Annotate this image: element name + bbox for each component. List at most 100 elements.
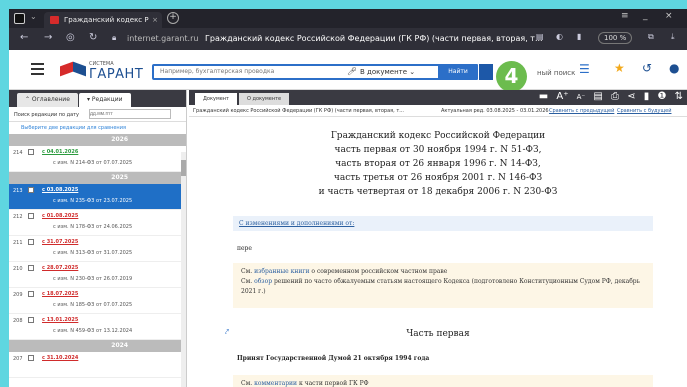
comments-link[interactable]: комментарии [254,380,297,387]
back-icon[interactable]: ← [20,32,28,43]
translate-icon[interactable]: ◐ [556,32,563,41]
edition-number: 214 [13,150,23,156]
hamburger-menu-icon[interactable] [31,63,44,78]
edition-number: 212 [13,214,23,220]
chevron-down-icon[interactable]: ⌄ [30,12,37,21]
document-panel: Документ О документе ▬ A⁺ A⁻ ▤ ⎙ ⋖ ▮ ❶ ⇅… [189,90,687,387]
edition-row[interactable]: 207 с 31.10.2024 [9,352,186,378]
favorites-star-icon[interactable]: ★ [614,61,625,75]
edition-checkbox[interactable] [28,265,34,271]
edition-date[interactable]: с 31.07.2025 [42,239,78,245]
history-icon[interactable]: ↺ [642,61,652,75]
smart-search-link[interactable]: ный поиск [537,69,575,77]
info-icon[interactable]: ❶ [657,91,666,102]
edition-checkbox[interactable] [28,291,34,297]
close-tab-icon[interactable]: × [152,12,158,28]
edition-row[interactable]: 209 с 18.07.2025 с изм. N 185-ФЗ от 07.0… [9,288,186,314]
reload-icon[interactable]: ↻ [89,32,97,43]
edition-checkbox[interactable] [28,187,34,193]
bookmark-doc-icon[interactable]: ▮ [644,91,650,102]
year-header: 2026 [9,134,186,146]
find-button[interactable]: Найти [438,64,478,80]
print-icon[interactable]: ⎙ [611,91,619,102]
note-line: См. избранные книги о современном россий… [241,268,448,275]
download-icon[interactable]: ⤓ [671,32,675,42]
changes-link[interactable]: С изменениями и дополнениями от: [233,216,653,231]
font-increase-icon[interactable]: A⁺ [556,91,568,102]
more-icon[interactable]: ⇅ [675,91,683,102]
edition-date[interactable]: с 13.01.2025 [42,317,78,323]
edition-row[interactable]: 214 с 04.01.2026 с изм. N 214-ФЗ от 07.0… [9,146,186,172]
search-scope-select[interactable]: В документе ⌄ [360,68,415,76]
selected-books-link[interactable]: избранные книги [254,268,309,275]
browser-tab-title: Гражданский кодекс Р [64,16,149,24]
edition-date[interactable]: с 03.08.2025 [42,187,78,193]
url-host[interactable]: internet.garant.ru [127,34,198,43]
bookmark-icon[interactable]: ▮ [577,32,581,41]
edition-checkbox[interactable] [28,213,34,219]
edition-number: 207 [13,356,23,362]
edition-source: с изм. N 459-ФЗ от 13.12.2024 [53,328,133,334]
protect-icon[interactable]: ◎ [66,32,75,43]
document-tabs: Документ О документе ▬ A⁺ A⁻ ▤ ⎙ ⋖ ▮ ❶ ⇅ [189,90,687,105]
user-icon[interactable]: ● [669,61,679,75]
edition-date[interactable]: с 04.01.2026 [42,149,78,155]
edition-checkbox[interactable] [28,355,34,361]
tab-about-document[interactable]: О документе [239,93,290,105]
edition-checkbox[interactable] [28,317,34,323]
edition-date[interactable]: с 18.07.2025 [42,291,78,297]
edition-source: с изм. N 230-ФЗ от 26.07.2019 [53,276,133,282]
collections-icon[interactable]: ⧉ [648,32,654,42]
edition-row-selected[interactable]: 213 с 03.08.2025 с изм. N 235-ФЗ от 23.0… [9,184,186,210]
save-icon[interactable]: ▤ [593,91,602,102]
browser-tab[interactable]: Гражданский кодекс Р × [44,12,162,28]
edition-date[interactable]: с 28.07.2025 [42,265,78,271]
search-input[interactable] [160,68,335,75]
doc-title-line: часть первая от 30 ноября 1994 г. N 51-Ф… [334,145,542,155]
edition-row[interactable]: 212 с 01.08.2025 с изм. N 178-ФЗ от 24.0… [9,210,186,236]
reader-icon[interactable]: ▤ [536,32,544,41]
edition-date[interactable]: с 31.10.2024 [42,355,78,361]
zoom-indicator[interactable]: 100 % [598,32,633,44]
editions-scrollbar[interactable] [181,152,186,387]
changes-link-text[interactable]: С изменениями и дополнениями от: [239,220,354,227]
edition-row[interactable]: 208 с 13.01.2025 с изм. N 459-ФЗ от 13.1… [9,314,186,340]
window-menu-icon[interactable]: ≡ [621,11,629,21]
font-decrease-icon[interactable]: A⁻ [577,93,585,101]
edition-checkbox[interactable] [28,239,34,245]
tab-editions[interactable]: ▾ Редакции [79,93,131,107]
note-line: См. обзор решений по часто обжалуемым ст… [241,278,640,295]
share-icon[interactable]: ⋖ [627,91,635,102]
edition-date[interactable]: с 01.08.2025 [42,213,78,219]
edition-source: с изм. N 185-ФЗ от 07.07.2025 [53,302,133,308]
doc-title-line: часть вторая от 26 января 1996 г. N 14-Ф… [335,159,541,169]
edition-number: 213 [13,188,23,194]
year-header: 2024 [9,340,186,352]
compare-next-link[interactable]: Сравнить с будущей [617,108,671,114]
minimize-icon[interactable]: _ [643,11,648,21]
edition-row[interactable]: 210 с 28.07.2025 с изм. N 230-ФЗ от 26.0… [9,262,186,288]
browser-menu-icon[interactable] [14,13,25,24]
window-close-icon[interactable]: × [665,11,673,21]
logo-title[interactable]: ГАРАНТ [89,67,143,82]
forward-icon[interactable]: → [44,32,52,43]
edition-checkbox[interactable] [28,149,34,155]
doc-title-line: и часть четвертая от 18 декабря 2006 г. … [318,187,558,197]
edition-source: с изм. N 235-ФЗ от 23.07.2025 [53,198,133,204]
review-link[interactable]: обзор [254,278,272,285]
new-tab-icon[interactable]: + [167,12,179,24]
edition-row[interactable]: 211 с 31.07.2025 с изм. N 313-ФЗ от 31.0… [9,236,186,262]
browser-window: ⌄ Гражданский кодекс Р × + ≡ _ × ← → ◎ ↻… [9,9,687,387]
tab-document[interactable]: Документ [195,93,237,105]
url-page-title[interactable]: Гражданский кодекс Российской Федерации … [205,34,543,43]
compare-previous-link[interactable]: Сравнить с предыдущей [549,108,614,114]
tab-contents[interactable]: ⌃ Оглавление [17,93,78,107]
filter-list-icon[interactable]: ☰ [579,62,590,76]
garant-logo-icon [60,61,86,77]
compare-hint: Выберите две редакции для сравнения [21,125,126,131]
edition-source: с изм. N 214-ФЗ от 07.07.2025 [53,160,133,166]
date-input[interactable] [89,109,171,119]
search-options-button[interactable] [479,64,493,80]
microphone-icon[interactable]: 🎤︎ [347,67,357,76]
reader-mode-icon[interactable]: ▬ [539,91,548,102]
